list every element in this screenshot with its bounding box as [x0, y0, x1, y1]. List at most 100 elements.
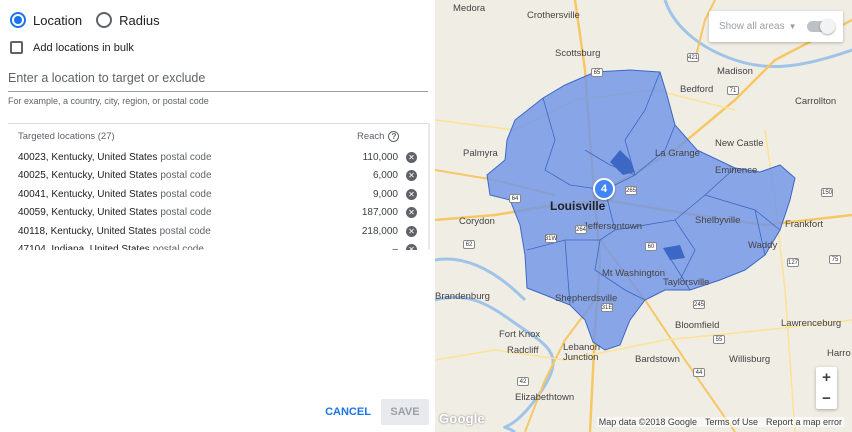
highway-shield: 421: [687, 53, 699, 62]
place-label: Mt Washington: [602, 268, 666, 279]
place-label: Bedford: [680, 84, 714, 95]
radius-radio[interactable]: [96, 12, 113, 28]
location-radio[interactable]: [10, 12, 26, 28]
place-label: Scottsburg: [555, 48, 601, 59]
location-type: postal code: [160, 207, 212, 219]
location-name: 40023, Kentucky, United States: [18, 151, 158, 163]
show-all-areas-toggle[interactable]: [807, 19, 835, 34]
remove-location-icon[interactable]: ✕: [406, 188, 417, 200]
location-cluster-marker[interactable]: 4: [593, 178, 615, 200]
place-label: Waddy: [748, 240, 778, 251]
place-label: Bardstown: [635, 354, 680, 365]
location-reach: –: [392, 244, 398, 250]
place-label: Madison: [717, 66, 753, 77]
reach-header: Reach ?: [357, 130, 400, 142]
radius-option[interactable]: Radius: [96, 12, 160, 28]
place-label: Bloomfield: [675, 320, 720, 331]
highway-shield: 264: [575, 225, 587, 234]
zoom-controls: + −: [816, 367, 837, 409]
terms-link[interactable]: Terms of Use: [705, 417, 758, 427]
table-row: 47104, Indiana, United States postal code…: [8, 241, 429, 250]
remove-location-icon[interactable]: ✕: [406, 207, 417, 219]
place-label: Medora: [453, 3, 486, 14]
highway-shield: 75: [829, 255, 841, 264]
location-name: 40041, Kentucky, United States: [18, 188, 158, 200]
highway-shield: 64: [509, 194, 521, 203]
place-label: Frankfort: [785, 219, 824, 230]
zoom-out-button[interactable]: −: [816, 388, 837, 409]
highway-shield: 71: [727, 86, 739, 95]
remove-location-icon[interactable]: ✕: [406, 170, 417, 182]
help-icon[interactable]: ?: [388, 130, 400, 142]
location-search-input[interactable]: Enter a location to target or exclude: [8, 70, 428, 92]
location-name: 47104, Indiana, United States: [18, 244, 150, 250]
place-label: Willisburg: [729, 354, 771, 365]
location-type: postal code: [152, 244, 204, 250]
location-type: postal code: [160, 151, 212, 163]
targeting-mode-group: Location Radius: [10, 12, 174, 28]
place-label: New Castle: [715, 138, 764, 149]
location-name: 40059, Kentucky, United States: [18, 207, 158, 219]
location-type: postal code: [160, 170, 212, 182]
map-canvas: [435, 0, 852, 432]
remove-location-icon[interactable]: ✕: [406, 244, 417, 250]
place-label: Lawrenceburg: [781, 318, 842, 329]
radius-radio-label: Radius: [119, 12, 160, 28]
show-all-areas-control[interactable]: Show all areas ▼: [709, 11, 843, 42]
remove-location-icon[interactable]: ✕: [406, 151, 417, 163]
location-type: postal code: [160, 188, 212, 200]
location-reach: 218,000: [361, 225, 398, 237]
highway-shield: 127: [787, 258, 799, 267]
location-type: postal code: [159, 225, 211, 237]
map-data-credit: Map data ©2018 Google: [598, 417, 697, 427]
highway-shield: 65: [591, 68, 603, 77]
highway-shield: 55: [713, 335, 725, 344]
place-label: Radcliff: [507, 345, 539, 356]
table-scrollbar[interactable]: [428, 123, 430, 250]
reach-label: Reach: [357, 130, 385, 142]
report-map-error-link[interactable]: Report a map error: [766, 417, 842, 427]
bulk-label: Add locations in bulk: [33, 41, 134, 54]
highway-shield: 42: [517, 377, 529, 386]
save-button[interactable]: SAVE: [381, 399, 429, 425]
table-row: 40023, Kentucky, United States postal cod…: [8, 148, 429, 167]
place-label: Corydon: [459, 216, 495, 227]
place-label: Fort Knox: [499, 329, 541, 340]
highway-shield: 265: [625, 186, 637, 195]
targeted-locations-table: Targeted locations (27) Reach ? 40023, K…: [8, 123, 429, 250]
table-header: Targeted locations (27) Reach ?: [8, 124, 429, 148]
remove-location-icon[interactable]: ✕: [406, 225, 417, 237]
highway-shield: 44: [693, 368, 705, 377]
highway-shield: 60: [645, 242, 657, 251]
highway-shield: 150: [821, 188, 833, 197]
location-option[interactable]: Location: [10, 12, 82, 28]
place-label: Shelbyville: [695, 215, 741, 226]
highway-shield: 31E: [601, 303, 613, 312]
table-row: 40025, Kentucky, United States postal cod…: [8, 167, 429, 186]
highway-shield: 245: [693, 300, 705, 309]
place-label: La Grange: [655, 148, 700, 159]
location-name: 40118, Kentucky, United States: [18, 225, 157, 237]
targeted-region[interactable]: [486, 69, 796, 351]
location-reach: 9,000: [372, 188, 398, 200]
search-hint: For example, a country, city, region, or…: [8, 96, 209, 106]
place-label: Carrollton: [795, 96, 837, 107]
targeted-locations-header: Targeted locations (27): [18, 130, 115, 142]
place-label: Taylorsville: [663, 277, 710, 288]
place-label: Jeffersontown: [583, 221, 642, 232]
table-row: 40118, Kentucky, United States postal cod…: [8, 222, 429, 241]
caret-down-icon: ▼: [788, 22, 797, 31]
place-label: Elizabethtown: [515, 392, 575, 403]
cancel-button[interactable]: CANCEL: [322, 400, 374, 424]
bulk-option[interactable]: Add locations in bulk: [10, 41, 134, 54]
location-search-placeholder: Enter a location to target or exclude: [8, 71, 206, 85]
map-view[interactable]: Medora Crothersville Scottsburg Madison …: [435, 0, 852, 432]
place-label: Brandenburg: [435, 291, 490, 302]
place-label: Eminence: [715, 165, 758, 176]
location-reach: 6,000: [372, 170, 398, 182]
location-panel: Location Radius Add locations in bulk En…: [0, 0, 434, 432]
location-name: 40025, Kentucky, United States: [18, 170, 158, 182]
zoom-in-button[interactable]: +: [816, 367, 837, 388]
place-label: Harro: [827, 348, 851, 359]
bulk-checkbox[interactable]: [10, 41, 23, 54]
